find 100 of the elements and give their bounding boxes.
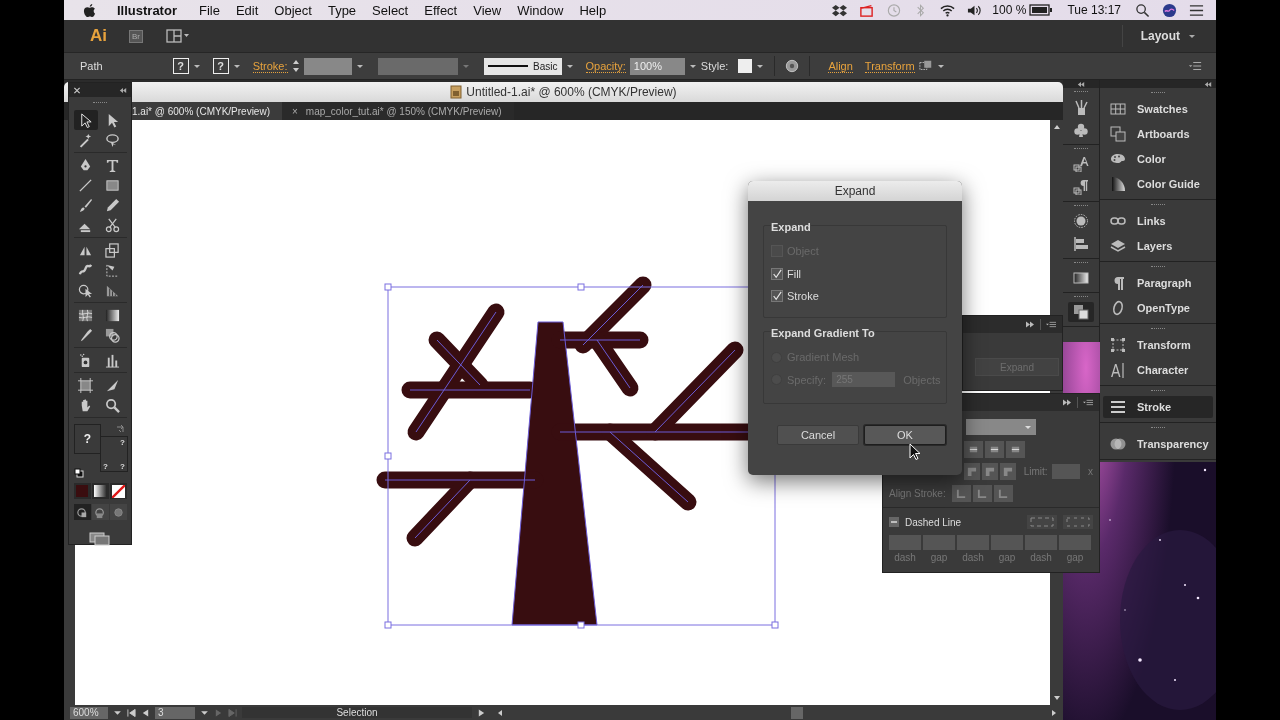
- stroke-weight-field[interactable]: [303, 57, 352, 75]
- menu-item[interactable]: Window: [517, 2, 564, 18]
- apple-logo-icon[interactable]: [83, 2, 96, 18]
- dropdown-caret-icon[interactable]: [232, 63, 241, 69]
- current-tool-label[interactable]: Selection: [242, 707, 472, 718]
- corner-style-button[interactable]: [964, 462, 980, 480]
- menu-item[interactable]: File: [198, 2, 220, 18]
- menu-item[interactable]: View: [473, 2, 502, 18]
- collapse-icon[interactable]: [119, 86, 127, 94]
- panel-menu-icon[interactable]: [1188, 59, 1202, 73]
- dash-gap-field[interactable]: [991, 535, 1023, 550]
- none-mode-button[interactable]: [109, 483, 127, 499]
- ok-button[interactable]: OK: [864, 425, 946, 445]
- panel-link[interactable]: Transform: [864, 59, 915, 73]
- stroke-color-box[interactable]: ? ? ?: [100, 436, 128, 472]
- stepper-icon[interactable]: [291, 58, 300, 74]
- panel-tab[interactable]: Paragraph: [1103, 272, 1213, 294]
- align-stroke-button[interactable]: [972, 484, 992, 502]
- menu-item[interactable]: Select: [372, 2, 409, 18]
- panel-tab[interactable]: Stroke: [1103, 396, 1213, 418]
- screen-mode-icon[interactable]: [89, 532, 111, 546]
- cap-style-button[interactable]: [1006, 440, 1025, 458]
- scroll-down-icon[interactable]: [1052, 695, 1061, 701]
- panel-tab[interactable]: Transform: [1103, 334, 1213, 356]
- document-tab[interactable]: × map_color_tut.ai* @ 150% (CMYK/Preview): [282, 102, 514, 120]
- fill-color-box[interactable]: ?: [74, 424, 101, 454]
- video-camera-icon[interactable]: [859, 2, 875, 18]
- dropbox-icon[interactable]: [832, 2, 848, 18]
- battery-icon[interactable]: [1029, 3, 1054, 17]
- scroll-up-icon[interactable]: [1052, 124, 1061, 130]
- fill-swatch[interactable]: ?: [172, 58, 189, 74]
- stroke-swatch[interactable]: ?: [212, 58, 229, 74]
- panel-tab[interactable]: Color Guide: [1103, 173, 1213, 195]
- style-swatch[interactable]: [738, 59, 753, 73]
- panel-tab[interactable]: Transparency: [1103, 433, 1213, 455]
- swap-arrows-icon[interactable]: [116, 424, 126, 434]
- color-mode-button[interactable]: [73, 483, 91, 499]
- expand-panel-icon[interactable]: [1062, 399, 1072, 406]
- cancel-button[interactable]: Cancel: [777, 425, 859, 445]
- recolor-wheel-icon[interactable]: [785, 59, 800, 73]
- variable-width-field[interactable]: [377, 57, 458, 75]
- search-icon[interactable]: [1135, 2, 1150, 18]
- panel-tab[interactable]: OpenType: [1103, 297, 1213, 319]
- dash-gap-field[interactable]: [1025, 535, 1057, 550]
- panel-tab[interactable]: Artboards: [1103, 123, 1213, 145]
- play-arrow-icon[interactable]: [477, 708, 486, 717]
- siri-orb-icon[interactable]: [1162, 2, 1177, 18]
- cap-style-button[interactable]: [985, 440, 1004, 458]
- panel-tab[interactable]: Links: [1103, 210, 1213, 232]
- panel-menu-icon[interactable]: [1046, 321, 1056, 328]
- dropdown-caret-icon[interactable]: [688, 63, 697, 69]
- close-icon[interactable]: [73, 86, 81, 94]
- align-stroke-button[interactable]: [951, 484, 971, 502]
- collapse-section-icon[interactable]: [889, 517, 899, 527]
- cap-style-button[interactable]: [964, 440, 983, 458]
- workspace-switcher[interactable]: Layout: [1121, 25, 1196, 47]
- checkbox-option[interactable]: Stroke: [771, 285, 946, 308]
- wifi-icon[interactable]: [940, 2, 956, 18]
- overlapping-squares-icon[interactable]: [1068, 302, 1094, 322]
- limit-field[interactable]: [1051, 463, 1080, 479]
- dash-gap-field[interactable]: [1059, 535, 1091, 550]
- brush-field[interactable]: Basic: [483, 57, 562, 75]
- gradient-mode-button[interactable]: [91, 483, 109, 499]
- panel-link[interactable]: Align: [828, 59, 853, 73]
- draw-mode-button[interactable]: [91, 504, 109, 520]
- scroll-right-icon[interactable]: [1051, 708, 1057, 717]
- first-artboard-icon[interactable]: [127, 708, 136, 717]
- arrange-documents-icon[interactable]: [166, 29, 190, 43]
- artboard-number-field[interactable]: 3: [155, 706, 195, 719]
- default-colors-icon[interactable]: [74, 468, 84, 478]
- corner-style-button[interactable]: [981, 462, 998, 480]
- dropdown-caret-icon[interactable]: [113, 708, 122, 717]
- menu-item[interactable]: Help: [579, 2, 607, 18]
- document-tab[interactable]: 1.ai* @ 600% (CMYK/Preview): [132, 102, 282, 120]
- checkbox-option[interactable]: Fill: [771, 262, 946, 285]
- panel-tab[interactable]: Color: [1103, 148, 1213, 170]
- previous-artboard-icon[interactable]: [141, 708, 150, 717]
- menu-item[interactable]: Effect: [424, 2, 458, 18]
- stroke-link[interactable]: Stroke:: [252, 59, 288, 73]
- menu-item[interactable]: Type: [327, 2, 357, 18]
- panel-tab[interactable]: Character: [1103, 359, 1213, 381]
- corner-style-button[interactable]: [999, 462, 1016, 480]
- scroll-left-icon[interactable]: [497, 708, 503, 717]
- dash-gap-field[interactable]: [889, 535, 921, 550]
- app-menu[interactable]: Illustrator: [117, 2, 177, 18]
- expand-panel-icon[interactable]: [1025, 321, 1035, 328]
- dropdown-caret-icon[interactable]: [756, 63, 765, 69]
- dropdown-caret-icon[interactable]: [192, 63, 201, 69]
- draw-mode-button[interactable]: [73, 504, 91, 520]
- dropdown-caret-icon[interactable]: [355, 63, 364, 69]
- isolate-icon[interactable]: [918, 59, 933, 73]
- panel-tab[interactable]: Layers: [1103, 235, 1213, 257]
- scroll-thumb[interactable]: [791, 706, 803, 719]
- dropdown-caret-icon[interactable]: [200, 708, 209, 717]
- panel-tab[interactable]: Swatches: [1103, 98, 1213, 120]
- menu-list-icon[interactable]: [1189, 2, 1204, 18]
- panel-menu-icon[interactable]: [1083, 399, 1093, 406]
- zoom-field[interactable]: 600%: [70, 706, 108, 719]
- align-stroke-button[interactable]: [993, 484, 1013, 502]
- dropdown-caret-icon[interactable]: [936, 63, 945, 69]
